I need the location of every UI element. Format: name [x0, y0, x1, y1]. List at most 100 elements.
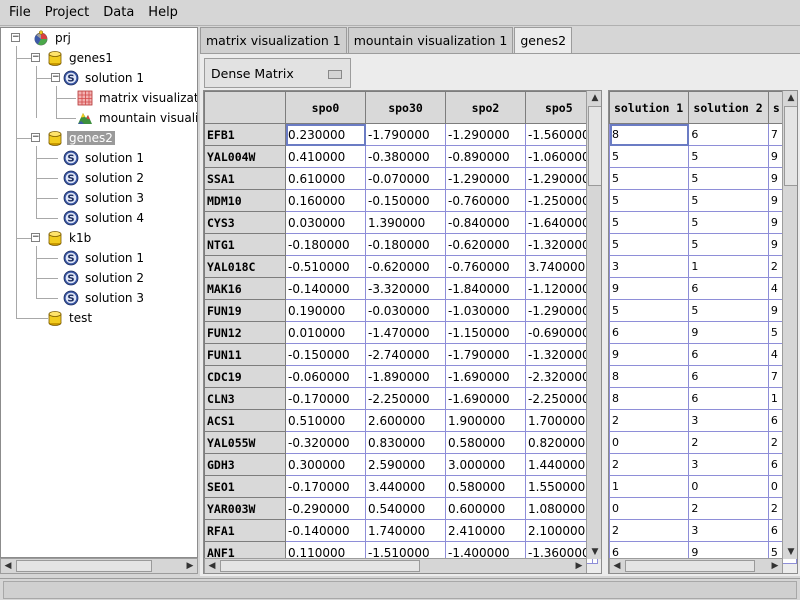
row-header[interactable]: CDC19 — [204, 365, 286, 388]
table-cell[interactable]: -0.690000 — [525, 321, 593, 344]
tree-item-genes2-solution-4[interactable]: solution 4 — [63, 208, 146, 228]
table-cell[interactable]: -1.840000 — [445, 277, 526, 300]
table-cell[interactable]: -1.320000 — [525, 343, 593, 366]
table-cell[interactable]: 2.590000 — [365, 453, 446, 476]
table-cell[interactable]: 3 — [609, 255, 690, 278]
row-header[interactable]: CLN3 — [204, 387, 286, 410]
table-cell[interactable]: 1 — [688, 255, 769, 278]
table-cell[interactable]: 2 — [688, 431, 769, 454]
table-cell[interactable]: 5 — [688, 299, 769, 322]
row-header[interactable]: YAR003W — [204, 497, 286, 520]
tree-horizontal-scrollbar[interactable]: ◀ ▶ — [0, 558, 198, 574]
table-cell[interactable]: 0.820000 — [525, 431, 593, 454]
table-cell[interactable]: 0 — [688, 475, 769, 498]
row-header[interactable]: YAL004W — [204, 145, 286, 168]
scroll-up-icon[interactable]: ▲ — [783, 91, 797, 105]
table-cell[interactable]: -0.150000 — [365, 189, 446, 212]
table-cell[interactable]: 0.190000 — [285, 299, 366, 322]
collapse-icon[interactable]: − — [31, 233, 40, 242]
table-cell[interactable]: -0.140000 — [285, 519, 366, 542]
scroll-thumb[interactable] — [588, 106, 601, 186]
scroll-right-icon[interactable]: ▶ — [183, 559, 197, 573]
table-cell[interactable]: 0.580000 — [445, 475, 526, 498]
tree-item-genes1-solution-1[interactable]: solution 1 — [63, 68, 146, 88]
table-cell[interactable]: -0.840000 — [445, 211, 526, 234]
table-cell[interactable]: -0.290000 — [285, 497, 366, 520]
column-header[interactable]: spo0 — [285, 91, 366, 124]
table-cell[interactable]: 2.410000 — [445, 519, 526, 542]
table-cell[interactable]: 2 — [609, 519, 690, 542]
tree-item-k1b-solution-3[interactable]: solution 3 — [63, 288, 146, 308]
table-cell[interactable]: 0.410000 — [285, 145, 366, 168]
row-header[interactable]: SEO1 — [204, 475, 286, 498]
table-cell[interactable]: 6 — [688, 387, 769, 410]
table-cell[interactable]: -1.150000 — [445, 321, 526, 344]
data-horizontal-scrollbar[interactable]: ◀ ▶ — [204, 558, 587, 573]
table-cell[interactable]: 0.160000 — [285, 189, 366, 212]
table-cell[interactable]: 5 — [609, 299, 690, 322]
scroll-left-icon[interactable]: ◀ — [610, 559, 624, 573]
table-cell[interactable]: 8 — [609, 365, 690, 388]
table-cell[interactable]: 0.540000 — [365, 497, 446, 520]
table-cell[interactable]: 3.000000 — [445, 453, 526, 476]
row-header[interactable]: SSA1 — [204, 167, 286, 190]
table-cell[interactable]: -0.150000 — [285, 343, 366, 366]
table-cell[interactable]: -0.890000 — [445, 145, 526, 168]
table-cell[interactable]: 6 — [688, 365, 769, 388]
table-cell[interactable]: 2 — [609, 453, 690, 476]
table-cell[interactable]: 5 — [688, 189, 769, 212]
tree-item-test[interactable]: test — [47, 308, 94, 328]
tree-item-genes2-solution-2[interactable]: solution 2 — [63, 168, 146, 188]
table-cell[interactable]: -1.790000 — [445, 343, 526, 366]
table-cell[interactable]: 6 — [688, 277, 769, 300]
row-header[interactable]: YAL018C — [204, 255, 286, 278]
table-cell[interactable]: 2 — [688, 497, 769, 520]
table-cell[interactable]: -1.290000 — [525, 299, 593, 322]
table-cell[interactable]: 0.030000 — [285, 211, 366, 234]
row-header[interactable]: NTG1 — [204, 233, 286, 256]
table-cell[interactable]: 2.100000 — [525, 519, 593, 542]
table-cell[interactable]: 9 — [609, 277, 690, 300]
table-cell[interactable]: -1.560000 — [525, 123, 593, 146]
tree-item-genes2-solution-1[interactable]: solution 1 — [63, 148, 146, 168]
table-cell[interactable]: 0.510000 — [285, 409, 366, 432]
table-cell[interactable]: -2.320000 — [525, 365, 593, 388]
table-cell[interactable]: -1.470000 — [365, 321, 446, 344]
table-cell[interactable]: -1.060000 — [525, 145, 593, 168]
collapse-icon[interactable]: − — [31, 133, 40, 142]
table-cell[interactable]: -1.290000 — [445, 123, 526, 146]
table-cell[interactable]: 8 — [609, 123, 690, 146]
table-cell[interactable]: 1.550000 — [525, 475, 593, 498]
row-header[interactable]: GDH3 — [204, 453, 286, 476]
table-cell[interactable]: 9 — [609, 343, 690, 366]
table-cell[interactable]: -1.030000 — [445, 299, 526, 322]
scroll-thumb[interactable] — [784, 106, 797, 186]
collapse-icon[interactable]: − — [11, 33, 20, 42]
table-cell[interactable]: 0.610000 — [285, 167, 366, 190]
tree-item-matrix-visualization[interactable]: matrix visualization 1 — [77, 88, 197, 108]
scroll-left-icon[interactable]: ◀ — [205, 559, 219, 573]
tree-item-genes1[interactable]: genes1 — [47, 48, 115, 68]
tree-item-k1b-solution-1[interactable]: solution 1 — [63, 248, 146, 268]
collapse-icon[interactable]: − — [51, 73, 60, 82]
table-cell[interactable]: 0.230000 — [285, 123, 366, 146]
table-cell[interactable]: -0.620000 — [365, 255, 446, 278]
table-cell[interactable]: 5 — [609, 211, 690, 234]
table-cell[interactable]: -0.760000 — [445, 255, 526, 278]
table-cell[interactable]: -0.170000 — [285, 387, 366, 410]
table-cell[interactable]: -0.030000 — [365, 299, 446, 322]
column-header[interactable]: spo2 — [445, 91, 526, 124]
table-cell[interactable]: 6 — [609, 321, 690, 344]
table-cell[interactable]: 5 — [609, 145, 690, 168]
table-cell[interactable]: 1.700000 — [525, 409, 593, 432]
scroll-right-icon[interactable]: ▶ — [768, 559, 782, 573]
table-cell[interactable]: -1.790000 — [365, 123, 446, 146]
table-cell[interactable]: 8 — [609, 387, 690, 410]
column-header[interactable]: solution 2 — [688, 91, 769, 124]
solution-horizontal-scrollbar[interactable]: ◀ ▶ — [609, 558, 783, 573]
table-cell[interactable]: 3 — [688, 453, 769, 476]
table-cell[interactable]: 0 — [609, 497, 690, 520]
table-cell[interactable]: 5 — [609, 233, 690, 256]
table-cell[interactable]: 0.300000 — [285, 453, 366, 476]
scroll-up-icon[interactable]: ▲ — [587, 91, 601, 105]
